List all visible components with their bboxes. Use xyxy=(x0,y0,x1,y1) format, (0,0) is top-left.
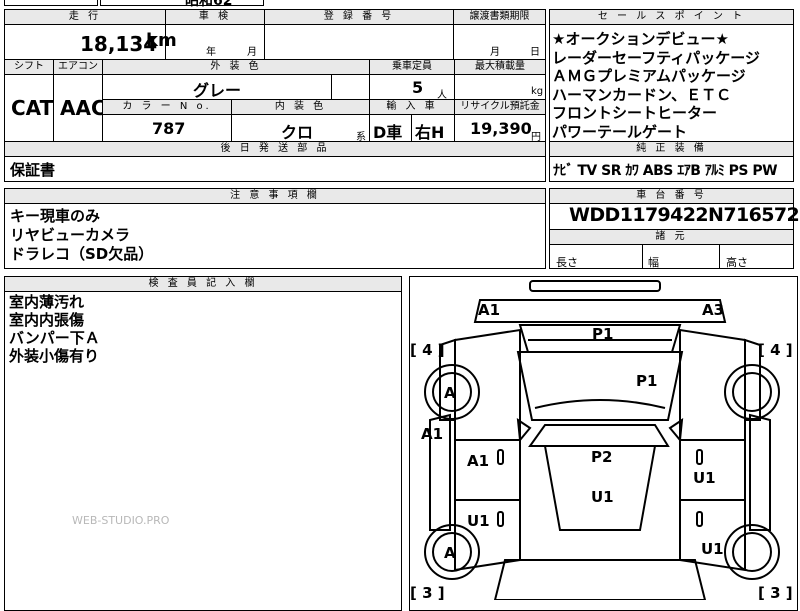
panel-number: [ 4 ] xyxy=(758,341,793,359)
damage-mark: P2 xyxy=(591,448,612,466)
damage-mark: A xyxy=(444,544,456,562)
rear-bumper-outline xyxy=(473,299,727,323)
damage-mark: A3 xyxy=(702,301,724,319)
damage-mark: A1 xyxy=(467,452,489,470)
car-diagram: [ 4 ] [ 4 ] [ 3 ] [ 3 ] A1 A3 P1 P1 A A1… xyxy=(410,280,793,600)
front-bumper-outline xyxy=(493,559,707,600)
damage-mark: A xyxy=(444,384,456,402)
windshield-outline xyxy=(528,424,670,447)
damage-mark: U1 xyxy=(701,540,724,558)
rear-spoiler-outline xyxy=(529,280,661,292)
panel-number: [ 3 ] xyxy=(758,584,793,600)
damage-mark: U1 xyxy=(467,512,490,530)
damage-mark: A1 xyxy=(421,425,443,443)
panel-number: [ 3 ] xyxy=(410,584,445,600)
damage-mark: P1 xyxy=(592,325,613,343)
damage-mark: U1 xyxy=(693,469,716,487)
right-body-outline xyxy=(679,328,746,572)
damage-mark: A1 xyxy=(478,301,500,319)
left-body-outline xyxy=(454,328,521,572)
damage-mark: U1 xyxy=(591,488,614,506)
damage-mark: P1 xyxy=(636,372,657,390)
panel-number: [ 4 ] xyxy=(410,341,445,359)
